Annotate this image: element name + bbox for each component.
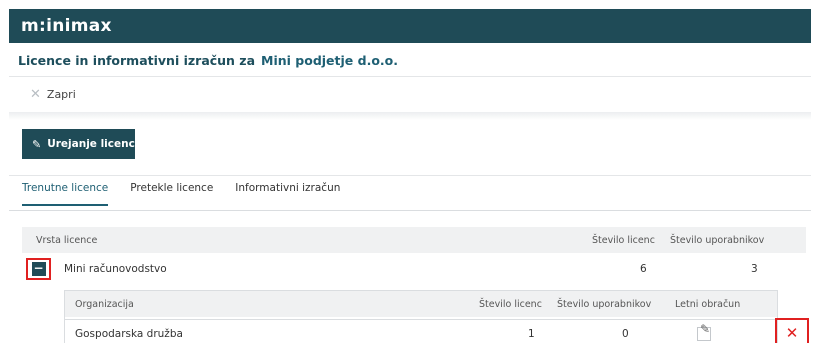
column-header-user-count: Število uporabnikov [557,299,652,310]
company-name: Mini podjetje d.o.o. [261,53,398,68]
licenses-table-header: Vrsta licence Število licenc Število upo… [22,227,806,253]
table-row: Gospodarska družba 1 0 [65,319,777,343]
license-count-cell: 1 [528,328,535,340]
page-title: Licence in informativni izračun za Mini p… [18,53,398,68]
column-header-license-count: Število licenc [592,235,655,246]
pencil-icon: ✎ [32,137,42,151]
edit-licenses-button[interactable]: ✎ Urejanje licenc [22,129,135,159]
tab-current-licenses[interactable]: Trenutne licence [22,182,109,206]
organization-cell: Gospodarska družba [75,328,183,340]
pencil-icon[interactable]: ✎ [700,322,710,336]
delete-button[interactable]: ✕ [775,318,809,343]
close-label: Zapri [46,88,76,101]
minimax-logo[interactable]: m:inimax [21,16,112,36]
divider [9,76,811,77]
top-navigation-bar: m:inimax [9,9,811,43]
divider [9,175,811,176]
delete-icon: ✕ [785,323,799,342]
column-header-annual-calculation: Letni obračun [675,299,741,310]
toolbar-shadow [9,112,811,120]
edit-licenses-label: Urejanje licenc [47,138,135,150]
table-row: Mini računovodstvo 6 3 [22,255,806,283]
page-title-text: Licence in informativni izračun za [18,53,256,68]
close-button[interactable]: ✕ Zapri [30,88,76,101]
license-count-cell: 6 [640,263,647,275]
tab-past-licenses[interactable]: Pretekle licence [130,182,213,206]
user-count-cell: 0 [622,328,629,340]
column-header-license-type: Vrsta licence [36,235,98,246]
column-header-license-count: Število licenc [479,299,542,310]
column-header-user-count: Število uporabnikov [670,235,765,246]
license-type-cell: Mini računovodstvo [64,263,167,275]
user-count-cell: 3 [751,263,758,275]
tabs-underline [9,210,811,211]
close-icon: ✕ [30,87,41,102]
organization-table-header: Organizacija Število licenc Število upor… [65,291,777,317]
column-header-organization: Organizacija [75,299,134,310]
license-tabs: Trenutne licence Pretekle licence Inform… [22,182,362,206]
tab-informative-calculation[interactable]: Informativni izračun [235,182,340,206]
